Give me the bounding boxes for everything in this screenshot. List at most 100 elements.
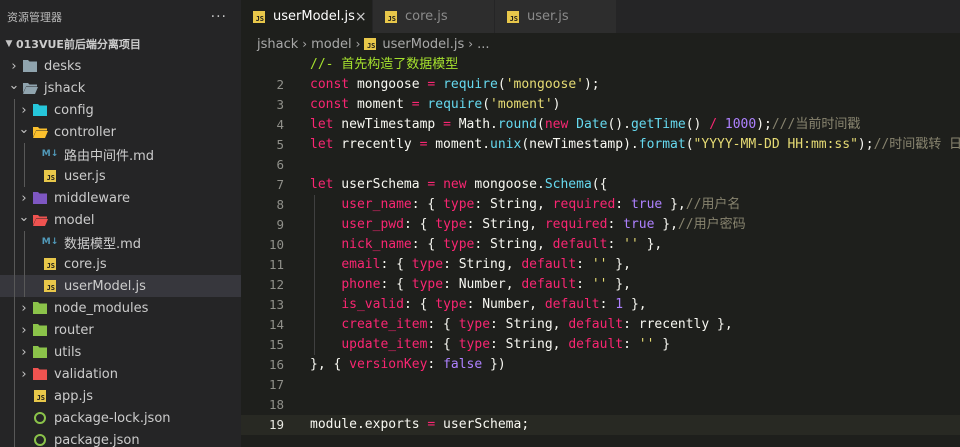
tree-item-数据模型-md[interactable]: M↓ 数据模型.md: [0, 231, 241, 253]
code-line: 10 nick_name: { type: String, default: '…: [241, 235, 960, 255]
tab-user-js[interactable]: JS user.js: [495, 0, 617, 33]
tab-bar: JS userModel.js × JS core.js JS user.js: [241, 0, 960, 33]
code-token: default: [521, 277, 577, 292]
chevron-down-icon: ⌄: [18, 121, 30, 137]
line-number: 3: [276, 97, 284, 112]
code-token: format: [638, 137, 686, 152]
line-number: 17: [268, 377, 284, 392]
code-token: default: [521, 257, 577, 272]
code-token: let: [310, 177, 334, 192]
folder-icon: [32, 212, 48, 228]
json-file-icon: [32, 432, 48, 447]
more-actions-icon[interactable]: ···: [211, 9, 227, 25]
code-token: );: [857, 137, 874, 152]
code-token: "YYYY-MM-DD HH:mm:ss": [693, 137, 858, 152]
indent-guide: [24, 165, 25, 187]
code-token: '': [638, 337, 655, 352]
code-token: ///当前时间戳: [771, 117, 861, 132]
tree-item-user-js[interactable]: JS user.js: [0, 165, 241, 187]
code-token: type: [411, 277, 444, 292]
code-token: new: [544, 117, 569, 132]
tree-item-jshack[interactable]: ⌄ jshack: [0, 77, 241, 99]
tree-item-app-js[interactable]: JS app.js: [0, 385, 241, 407]
code-token: user_name: [341, 197, 412, 212]
tree-item-package-json[interactable]: package.json: [0, 429, 241, 447]
breadcrumb-ellipsis[interactable]: ...: [477, 37, 489, 52]
code-token: user_pwd: [341, 217, 404, 232]
tree-item-label: validation: [54, 366, 119, 382]
tree-item-model[interactable]: ⌄ model: [0, 209, 241, 231]
code-token: (): [685, 117, 710, 132]
indent-guide: [14, 209, 15, 231]
tree-item-package-lock-json[interactable]: package-lock.json: [0, 407, 241, 429]
tab-core-js[interactable]: JS core.js: [373, 0, 495, 33]
code-token: type: [458, 337, 491, 352]
code-line: 14 create_item: { type: String, default:…: [241, 315, 960, 335]
tree-item-router[interactable]: › router: [0, 319, 241, 341]
code-token: },: [607, 257, 631, 272]
tree-item-label: router: [54, 322, 94, 338]
code-token: default: [568, 337, 624, 352]
chevron-right-icon: ›: [21, 344, 27, 360]
code-token: : String,: [466, 217, 545, 232]
code-token: moment.: [427, 137, 491, 152]
line-number: 15: [268, 337, 284, 352]
indent-guide: [14, 143, 15, 165]
code-token: : {: [427, 317, 459, 332]
tree-item-label: controller: [54, 124, 117, 140]
code-token: default: [552, 237, 608, 252]
tree-item-路由中间件-md[interactable]: M↓ 路由中间件.md: [0, 143, 241, 165]
code-line: //- 首先构造了数据模型: [241, 55, 960, 75]
line-number: 16: [268, 357, 284, 372]
code-text: module.exports = userSchema;: [310, 415, 529, 435]
indent-guide: [14, 363, 15, 385]
tree-item-controller[interactable]: ⌄ controller: [0, 121, 241, 143]
code-token: : {: [403, 297, 436, 312]
code-token: '': [623, 237, 639, 252]
code-editor[interactable]: //- 首先构造了数据模型 2 const mongoose = require('…: [241, 55, 960, 447]
code-token: default: [544, 297, 600, 312]
tree-item-middleware[interactable]: › middleware: [0, 187, 241, 209]
breadcrumb-item-model[interactable]: model: [311, 37, 351, 52]
line-number: 9: [276, 217, 284, 232]
tree-item-validation[interactable]: › validation: [0, 363, 241, 385]
code-token: Schema: [544, 177, 592, 192]
code-token: (: [497, 77, 506, 92]
code-token: email: [341, 257, 381, 272]
code-token: },: [662, 197, 686, 212]
indent-guide: [14, 187, 15, 209]
tab-usermodel-js[interactable]: JS userModel.js ×: [241, 0, 373, 33]
tree-item-config[interactable]: › config: [0, 99, 241, 121]
workspace-section-header[interactable]: ▼ 013VUE前后端分离项目: [0, 33, 241, 55]
tree-item-node-modules[interactable]: › node_modules: [0, 297, 241, 319]
tree-item-desks[interactable]: › desks: [0, 55, 241, 77]
line-number: 19: [268, 417, 284, 432]
markdown-file-icon: M↓: [41, 237, 59, 247]
indent-guide: [14, 341, 15, 363]
breadcrumb-item-file[interactable]: userModel.js: [382, 37, 464, 52]
tree-item-usermodel-js[interactable]: JS userModel.js: [0, 275, 241, 297]
line-number: 6: [276, 157, 284, 172]
code-text: create_item: { type: String, default: rr…: [310, 315, 732, 335]
tree-item-label: middleware: [54, 190, 131, 206]
tree-item-label: user.js: [64, 168, 106, 184]
chevron-right-icon: ›: [21, 366, 27, 382]
code-token: is_valid: [341, 297, 404, 312]
close-icon[interactable]: ×: [355, 9, 367, 25]
js-file-icon: JS: [42, 168, 58, 184]
code-token: 1: [615, 297, 624, 312]
tree-item-core-js[interactable]: JS core.js: [0, 253, 241, 275]
code-token: :: [615, 197, 631, 212]
tree-item-utils[interactable]: › utils: [0, 341, 241, 363]
folder-icon: [32, 322, 48, 338]
breadcrumb-item-jshack[interactable]: jshack: [257, 37, 298, 52]
code-token: userSchema;: [435, 417, 530, 432]
line-number: 14: [268, 317, 284, 332]
tree-item-label: node_modules: [54, 300, 149, 316]
code-token: //用户密码: [677, 217, 746, 232]
code-text: email: { type: String, default: '' },: [310, 255, 631, 275]
file-tree: › desks ⌄ jshack › config ⌄ controller M↓ 路由中间件.m…: [0, 55, 241, 447]
indent-guide: [14, 165, 15, 187]
